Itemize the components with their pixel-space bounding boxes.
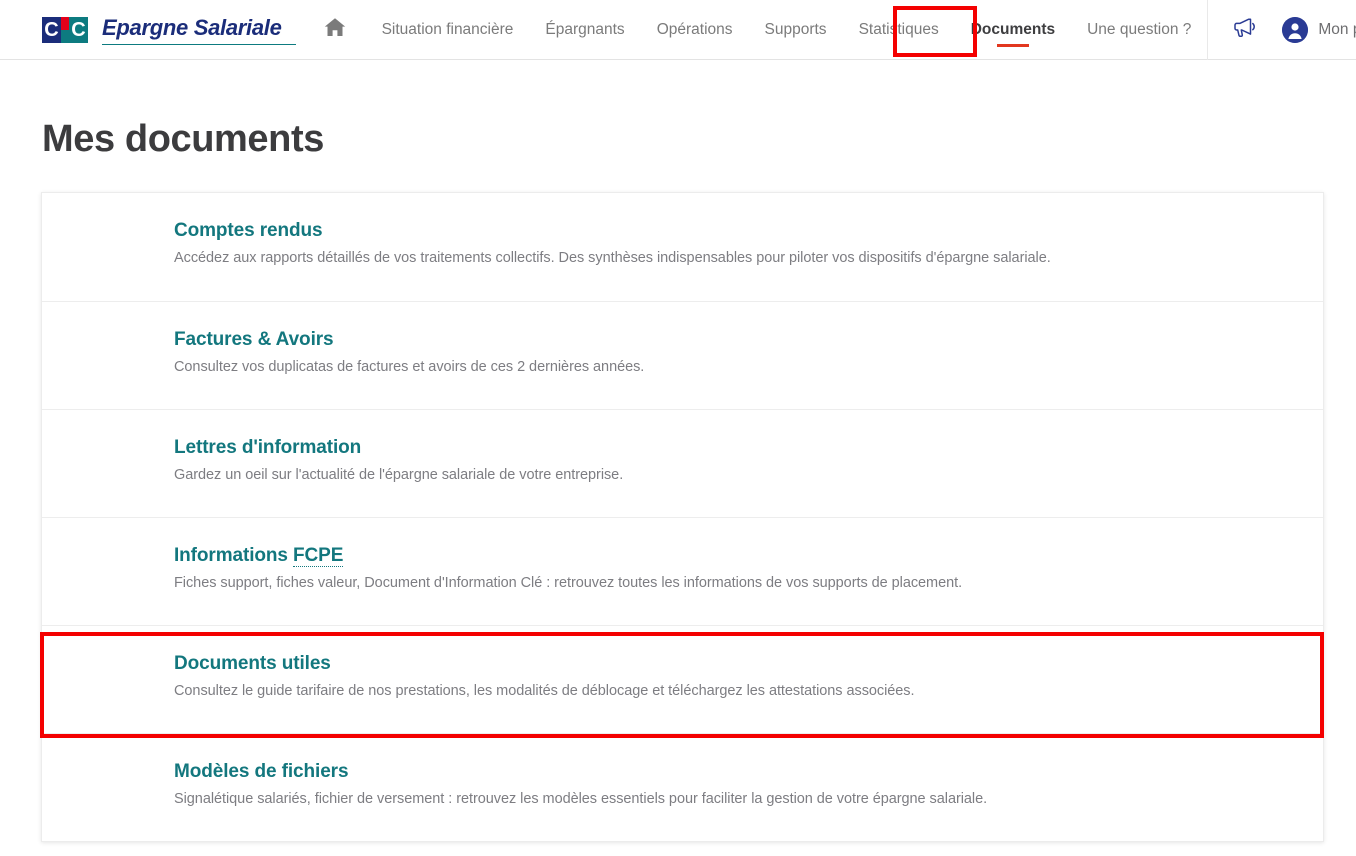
- list-item-description: Signalétique salariés, fichier de versem…: [174, 791, 988, 807]
- profile-label: Mon profil: [1318, 20, 1356, 38]
- logo-bar-teal: [61, 29, 69, 43]
- list-item-comptes-rendus[interactable]: Comptes rendus Accédez aux rapports déta…: [42, 193, 1323, 301]
- list-item-documents-utiles[interactable]: Documents utiles Consultez le guide tari…: [42, 625, 1323, 733]
- logo-letter-left: C: [42, 16, 61, 43]
- active-tab-underline: [996, 43, 1029, 47]
- nav-label: Situation financière: [381, 20, 514, 38]
- avatar: [1282, 16, 1309, 43]
- brand-logo-link[interactable]: C C Epargne Salariale: [42, 0, 296, 60]
- profile-menu-button[interactable]: Mon profil: [1282, 0, 1356, 60]
- list-item-title: Informations FCPE: [174, 545, 1323, 567]
- nav-item-une-question[interactable]: Une question ?: [1071, 0, 1207, 60]
- announcements-button[interactable]: [1208, 0, 1282, 60]
- nav-item-documents[interactable]: Documents: [955, 0, 1071, 60]
- documents-list-card: Comptes rendus Accédez aux rapports déta…: [41, 192, 1324, 842]
- main-content: Mes documents Comptes rendus Accédez aux…: [0, 60, 1356, 842]
- nav-item-epargnants[interactable]: Épargnants: [529, 0, 640, 60]
- home-link[interactable]: [324, 0, 346, 60]
- list-item-description: Accédez aux rapports détaillés de vos tr…: [174, 250, 1051, 266]
- nav-label: Supports: [764, 20, 827, 38]
- list-item-title: Comptes rendus: [174, 220, 323, 241]
- list-item-title: Modèles de fichiers: [174, 761, 349, 782]
- logo-letter-right: C: [69, 16, 88, 43]
- nav-label: Statistiques: [858, 20, 939, 38]
- nav-item-situation-financiere[interactable]: Situation financière: [366, 0, 530, 60]
- nav-item-operations[interactable]: Opérations: [641, 0, 749, 60]
- home-icon: [324, 17, 346, 42]
- list-item-modeles-de-fichiers[interactable]: Modèles de fichiers Signalétique salarié…: [42, 733, 1323, 841]
- brand-underline: [102, 44, 296, 45]
- list-item-title: Documents utiles: [174, 653, 331, 674]
- brand-name: Epargne Salariale: [102, 15, 282, 40]
- top-header: C C Epargne Salariale Situation financiè…: [0, 0, 1356, 60]
- fcpe-abbreviation[interactable]: FCPE: [293, 545, 343, 567]
- cic-logo-icon: C C: [42, 16, 88, 43]
- nav-item-statistiques[interactable]: Statistiques: [843, 0, 955, 60]
- main-navigation: Situation financière Épargnants Opératio…: [366, 0, 1208, 60]
- list-item-title: Lettres d'information: [174, 437, 362, 458]
- list-item-title: Factures & Avoirs: [174, 329, 334, 350]
- nav-label: Opérations: [656, 20, 733, 38]
- list-item-title-prefix: Informations: [174, 545, 294, 566]
- list-item-lettres-information[interactable]: Lettres d'information Gardez un oeil sur…: [42, 409, 1323, 517]
- brand-text-wrap: Epargne Salariale: [102, 15, 296, 45]
- logo-bar-red: [61, 16, 69, 30]
- list-item-description: Fiches support, fiches valeur, Document …: [174, 575, 963, 591]
- list-item-factures-avoirs[interactable]: Factures & Avoirs Consultez vos duplicat…: [42, 301, 1323, 409]
- list-item-description: Consultez vos duplicatas de factures et …: [174, 359, 645, 375]
- nav-item-supports[interactable]: Supports: [749, 0, 843, 60]
- list-item-description: Gardez un oeil sur l'actualité de l'épar…: [174, 467, 624, 483]
- header-right-group: Mon profil: [1207, 0, 1356, 60]
- list-item-description: Consultez le guide tarifaire de nos pres…: [174, 683, 915, 699]
- logo-center-bars: [61, 16, 69, 43]
- nav-label: Une question ?: [1087, 20, 1192, 38]
- list-item-informations-fcpe[interactable]: Informations FCPE Fiches support, fiches…: [42, 517, 1323, 625]
- nav-label: Documents: [970, 20, 1056, 38]
- nav-label: Épargnants: [545, 20, 625, 38]
- megaphone-icon: [1233, 16, 1257, 43]
- page-title: Mes documents: [42, 118, 324, 160]
